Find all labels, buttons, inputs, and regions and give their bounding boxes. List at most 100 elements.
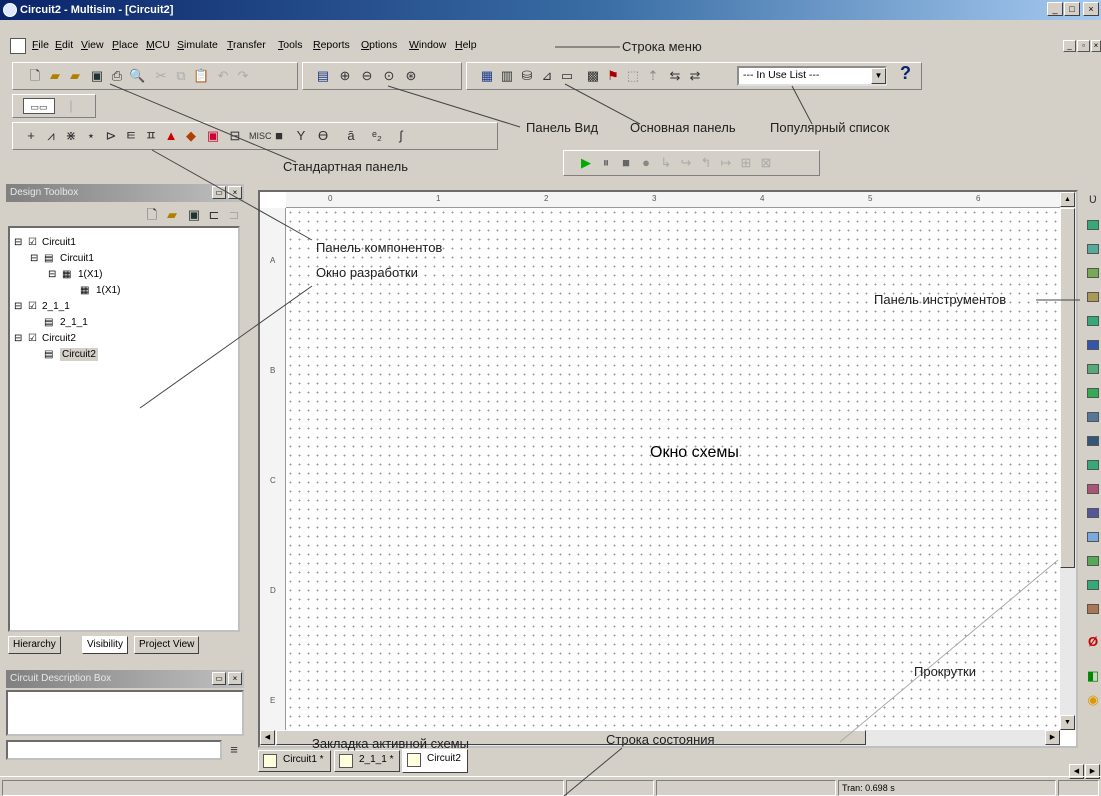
tree-item-2_1_1-sheet[interactable]: 2_1_1 xyxy=(60,316,88,329)
basic-component-icon[interactable]: ⩘ xyxy=(43,128,59,144)
hierarchical-block-icon[interactable]: ᵉ₂ xyxy=(369,128,385,144)
description-close-button[interactable]: × xyxy=(228,672,242,685)
forward-annotate-icon[interactable]: ⇄ xyxy=(687,68,703,84)
toolbox-float-button[interactable]: ▭ xyxy=(212,186,226,199)
capture-area-icon[interactable]: ⬚ xyxy=(625,68,641,84)
word-generator-icon[interactable] xyxy=(1087,364,1099,374)
indicator-component-icon[interactable]: ▣ xyxy=(205,128,221,144)
distortion-analyzer-icon[interactable] xyxy=(1087,460,1099,470)
toolbox-close-button[interactable]: × xyxy=(228,186,242,199)
tree-expander[interactable]: ⊟ xyxy=(48,268,56,281)
menu-place[interactable]: Place xyxy=(112,39,138,51)
power-component-icon[interactable]: ⊟ xyxy=(227,128,243,144)
breakpoint-icon[interactable]: ● xyxy=(638,155,654,171)
spectrum-analyzer-icon[interactable] xyxy=(1087,484,1099,494)
menu-window[interactable]: Window xyxy=(409,39,446,51)
run-icon[interactable]: ▶ xyxy=(578,155,594,171)
menu-mcu[interactable]: MCU xyxy=(146,39,170,51)
zoom-fit-icon[interactable]: ⊛ xyxy=(403,68,419,84)
tree-item-block[interactable]: 1(X1) xyxy=(78,268,102,281)
multimeter-icon[interactable]: Ʋ xyxy=(1085,192,1101,208)
create-component-icon[interactable]: ⊿ xyxy=(539,68,555,84)
delete-design-icon[interactable]: ⊐ xyxy=(226,207,242,223)
toggle-breakpoint-icon[interactable]: ⊞ xyxy=(738,155,754,171)
open-samples-icon[interactable]: ▰ xyxy=(67,68,83,84)
pause-icon[interactable]: ⏸ xyxy=(598,155,614,171)
save-icon[interactable]: ▣ xyxy=(89,68,105,84)
mdi-minimize-button[interactable]: _ xyxy=(1063,40,1076,52)
rf-component-icon[interactable]: Y xyxy=(293,128,309,144)
menu-transfer[interactable]: Transfer xyxy=(227,39,266,51)
cut-icon[interactable]: ✂ xyxy=(153,68,169,84)
tree-expander[interactable]: ⊟ xyxy=(14,236,22,249)
menu-reports[interactable]: Reports xyxy=(313,39,350,51)
new-subcircuit-icon[interactable]: ⊏ xyxy=(206,207,222,223)
tree-item-subblock[interactable]: 1(X1) xyxy=(96,284,120,297)
tab-hierarchy[interactable]: Hierarchy xyxy=(8,636,61,654)
labview-instrument-icon[interactable]: ◧ xyxy=(1085,668,1101,684)
in-use-list-dropdown[interactable]: --- In Use List --- xyxy=(737,66,887,86)
scroll-left-icon[interactable]: ◀ xyxy=(260,730,275,745)
postprocessor-icon[interactable]: ▩ xyxy=(585,68,601,84)
tab-visibility[interactable]: Visibility xyxy=(82,636,128,654)
measurement-probe-icon[interactable]: Ø xyxy=(1085,634,1101,650)
stop-icon[interactable]: ■ xyxy=(618,155,634,171)
tree-item-circuit1[interactable]: Circuit1 xyxy=(42,236,76,249)
electromechanical-icon[interactable]: ϴ xyxy=(315,128,331,144)
tektronix-oscilloscope-icon[interactable] xyxy=(1087,604,1099,614)
current-probe-icon[interactable]: ◉ xyxy=(1085,692,1101,708)
cmos-component-icon[interactable]: ㅍ xyxy=(143,128,159,144)
open-design-icon[interactable]: ▰ xyxy=(164,207,180,223)
copy-icon[interactable]: ⧉ xyxy=(173,68,189,84)
remove-breakpoints-icon[interactable]: ⊠ xyxy=(758,155,774,171)
menu-options[interactable]: Options xyxy=(361,39,397,51)
new-file-icon[interactable]: 🗋 xyxy=(27,68,43,84)
back-annotate-icon[interactable]: ⇆ xyxy=(667,68,683,84)
description-float-button[interactable]: ▭ xyxy=(212,672,226,685)
frequency-counter-icon[interactable] xyxy=(1087,340,1099,350)
network-analyzer-icon[interactable] xyxy=(1087,508,1099,518)
bus-icon[interactable]: ʃ xyxy=(393,128,409,144)
print-icon[interactable]: ⎙ xyxy=(109,68,125,84)
mixed-component-icon[interactable]: ◆ xyxy=(183,128,199,144)
menu-tools[interactable]: Tools xyxy=(278,39,303,51)
close-button[interactable]: × xyxy=(1083,2,1099,16)
redo-icon[interactable]: ↷ xyxy=(235,68,251,84)
description-scroll-area[interactable] xyxy=(6,740,222,760)
function-generator-icon[interactable] xyxy=(1087,220,1099,230)
menu-edit[interactable]: Edit xyxy=(55,39,73,51)
help-icon[interactable]: ? xyxy=(900,63,911,84)
iv-analyzer-icon[interactable] xyxy=(1087,436,1099,446)
source-component-icon[interactable]: + xyxy=(23,128,39,144)
tree-expander[interactable]: ⊟ xyxy=(30,252,38,265)
new-design-icon[interactable]: 🗋 xyxy=(144,207,160,223)
erc-icon[interactable]: ⚑ xyxy=(605,68,621,84)
minimize-button[interactable]: _ xyxy=(1047,2,1063,16)
maximize-button[interactable]: □ xyxy=(1064,2,1080,16)
scroll-right-icon[interactable]: ▶ xyxy=(1045,730,1060,745)
chevron-down-icon[interactable]: ▼ xyxy=(871,68,886,84)
spreadsheet-view-icon[interactable]: ▥ xyxy=(499,68,515,84)
database-manager-icon[interactable]: ⛁ xyxy=(519,68,535,84)
vertical-scrollbar[interactable]: ▲ ▼ xyxy=(1060,192,1076,730)
tab-circuit1[interactable]: Circuit1 * xyxy=(258,750,331,772)
oscilloscope-icon[interactable] xyxy=(1087,268,1099,278)
wattmeter-icon[interactable] xyxy=(1087,244,1099,254)
print-preview-icon[interactable]: 🔍 xyxy=(129,68,145,84)
agilent-generator-icon[interactable] xyxy=(1087,532,1099,542)
menu-view[interactable]: View xyxy=(81,39,104,51)
schematic-grid[interactable] xyxy=(286,208,1060,730)
tree-expander[interactable]: ⊟ xyxy=(14,332,22,345)
toggle-fullscreen-icon[interactable]: ▤ xyxy=(315,68,331,84)
paste-icon[interactable]: 📋 xyxy=(193,68,209,84)
logic-analyzer-icon[interactable] xyxy=(1087,388,1099,398)
ttl-component-icon[interactable]: ㅌ xyxy=(123,128,139,144)
menu-file[interactable]: File xyxy=(32,39,49,51)
mdi-restore-button[interactable]: ▫ xyxy=(1077,40,1090,52)
undo-icon[interactable]: ↶ xyxy=(215,68,231,84)
advanced-peripherals-icon[interactable]: ■ xyxy=(271,128,287,144)
analog-component-icon[interactable]: ⊳ xyxy=(103,128,119,144)
step-over-icon[interactable]: ↪ xyxy=(678,155,694,171)
bode-plotter-icon[interactable] xyxy=(1087,316,1099,326)
logic-converter-icon[interactable] xyxy=(1087,412,1099,422)
